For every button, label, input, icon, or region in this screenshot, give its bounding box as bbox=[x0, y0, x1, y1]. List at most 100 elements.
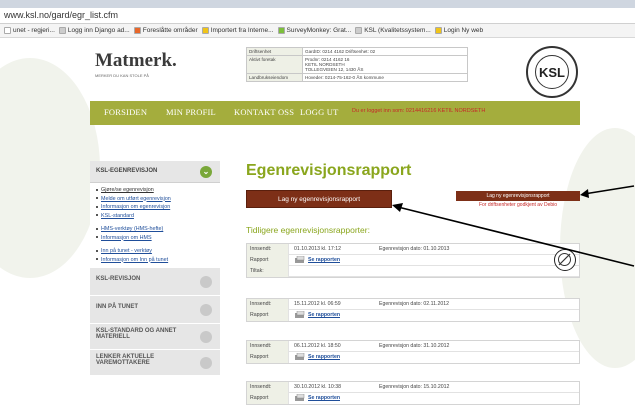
nav-logg-ut[interactable]: LOGG UT bbox=[300, 107, 338, 117]
sidebar-link[interactable]: Informasjon om egenrevisjon bbox=[96, 203, 220, 212]
bookmark-icon bbox=[58, 26, 66, 34]
bookmark-icon bbox=[133, 26, 141, 34]
bullet-icon bbox=[96, 236, 98, 239]
bookmark-item[interactable]: KSL (Kvalitetssystem... bbox=[355, 24, 431, 37]
sidebar-section-label: KSL-REVISJON bbox=[96, 276, 141, 282]
info-row: Driftsenhet GardID: 0214 4162 Driftsenhet… bbox=[246, 47, 468, 56]
bookmark-item[interactable]: unet - regjeri... bbox=[4, 24, 55, 37]
info-line: GardID: 0214 4162 Driftsenhet: 02 bbox=[305, 49, 376, 54]
bookmark-item[interactable]: SurveyMonkey: Grat... bbox=[277, 24, 351, 37]
expand-icon[interactable] bbox=[200, 304, 212, 316]
sidebar-links: Gjøre/se egenrevisjon Melde om utført ege… bbox=[90, 183, 220, 268]
bookmark-label: Logg inn Django ad... bbox=[67, 27, 130, 34]
report-submitted-row: Innsendt: 15.11.2012 kl. 06:59 Egenrevisjo… bbox=[247, 299, 579, 310]
logged-in-status: Du er logget inn som: 0214416216 KETIL N… bbox=[352, 108, 486, 114]
report-icon bbox=[294, 310, 308, 318]
sidebar-link[interactable]: Gjøre/se egenrevisjon bbox=[96, 186, 220, 195]
logo-name: Matmerk. bbox=[95, 50, 177, 71]
bookmark-label: unet - regjeri... bbox=[13, 27, 55, 34]
nav-forsiden[interactable]: FORSIDEN bbox=[104, 107, 147, 117]
report-label: Rapport bbox=[247, 352, 289, 363]
bullet-icon bbox=[96, 249, 98, 252]
submitted-value: 15.11.2012 kl. 06:59 bbox=[294, 301, 341, 307]
see-report-link[interactable]: Se rapporten bbox=[294, 310, 340, 321]
expand-icon[interactable] bbox=[200, 276, 212, 288]
sidebar-link[interactable]: Inn på tunet - verktøy bbox=[96, 247, 220, 256]
sidebar-section[interactable]: LENKER AKTUELLE VAREMOTTAKERE bbox=[90, 350, 220, 376]
sidebar-section-label: KSL-STANDARD OG ANNET MATERIELL bbox=[96, 328, 177, 340]
revision-date: Egenrevisjon dato: 15.10.2012 bbox=[379, 384, 450, 390]
submitted-value: 06.11.2012 kl. 18:50 bbox=[294, 343, 341, 349]
report-entry: Innsendt: 30.10.2012 kl. 10:38 Egenrevisjo… bbox=[246, 381, 580, 405]
expand-icon[interactable] bbox=[200, 357, 212, 369]
seal-text: KSL bbox=[535, 55, 569, 89]
sidebar-link[interactable]: Informasjon om Inn på tunet bbox=[96, 256, 220, 265]
bookmark-item[interactable]: Login Ny web bbox=[434, 24, 484, 37]
report-submitted-row: Innsendt: 06.11.2012 kl. 18:50 Egenrevisjo… bbox=[247, 341, 579, 352]
report-icon bbox=[294, 352, 308, 360]
info-row: Aktivt foretak Prodnr: 0214 4162 16 KETIL … bbox=[246, 55, 468, 74]
bookmark-item[interactable]: Foreslåtte områder bbox=[133, 24, 198, 37]
see-report-link[interactable]: Se rapporten bbox=[294, 352, 340, 363]
farm-info-table: Driftsenhet GardID: 0214 4162 Driftsenhet… bbox=[246, 47, 468, 82]
report-label: Rapport bbox=[247, 255, 289, 266]
bookmark-item[interactable]: Importert fra Interne... bbox=[201, 24, 274, 37]
chevron-down-icon[interactable]: ⌄ bbox=[200, 166, 212, 178]
report-icon bbox=[294, 255, 308, 263]
report-entry: Innsendt: 15.11.2012 kl. 06:59 Egenrevisjo… bbox=[246, 298, 580, 322]
sidebar-heading-egenrevisjon[interactable]: KSL-EGENREVISJON ⌄ bbox=[90, 161, 220, 183]
sidebar-section-label: INN PÅ TUNET bbox=[96, 304, 138, 310]
submitted-label: Innsendt: bbox=[247, 382, 289, 393]
sidebar-link[interactable]: KSL-standard bbox=[96, 212, 220, 221]
revision-date: Egenrevisjon dato: 02.11.2012 bbox=[379, 301, 449, 307]
bullet-icon bbox=[96, 188, 98, 191]
expand-icon[interactable] bbox=[200, 331, 212, 343]
info-label: Driftsenhet bbox=[246, 47, 303, 56]
ksl-seal-logo: KSL bbox=[526, 46, 578, 98]
matmerk-logo[interactable]: Matmerk. MERKER DU KAN STOLE PÅ bbox=[95, 50, 177, 78]
sidebar-section[interactable]: KSL-STANDARD OG ANNET MATERIELL bbox=[90, 324, 220, 350]
sidebar-link-label: Gjøre/se egenrevisjon bbox=[101, 187, 154, 193]
tiltak-label: Tiltak: bbox=[247, 266, 289, 277]
report-label: Rapport bbox=[247, 393, 289, 404]
bookmark-label: Login Ny web bbox=[443, 27, 484, 34]
info-value: GardID: 0214 4162 Driftsenhet: 02 bbox=[302, 47, 468, 56]
submitted-label: Innsendt: bbox=[247, 244, 289, 255]
report-submitted-row: Innsendt: 30.10.2012 kl. 10:38 Egenrevisjo… bbox=[247, 382, 579, 393]
new-report-button[interactable]: Lag ny egenrevisjonsrapport bbox=[246, 190, 392, 208]
bookmark-label: KSL (Kvalitetssystem... bbox=[364, 27, 431, 34]
address-bar[interactable]: www.ksl.no/gard/egr_list.cfm bbox=[0, 8, 635, 24]
info-label: Landbrukseiendom bbox=[246, 73, 303, 82]
report-link-row: Rapport Se rapporten bbox=[247, 310, 579, 321]
nav-min-profil[interactable]: MIN PROFIL bbox=[166, 107, 216, 117]
see-report-label: Se rapporten bbox=[308, 257, 340, 263]
sidebar-link[interactable]: Melde om utført egenrevisjon bbox=[96, 195, 220, 204]
nav-kontakt-oss[interactable]: KONTAKT OSS bbox=[234, 107, 294, 117]
sidebar-link-label: HMS-verktøy (HMS-hefte) bbox=[101, 226, 164, 232]
info-row: Landbrukseiendom Hoveder: 0214-75-162-0 Å… bbox=[246, 73, 468, 82]
sidebar-link-label: Informasjon om egenrevisjon bbox=[101, 204, 171, 210]
submitted-value: 01.10.2013 kl. 17:12 bbox=[294, 246, 342, 252]
info-line: TOLLEGVEIEN 12, 1430 ÅS bbox=[305, 67, 364, 72]
sidebar-section[interactable]: INN PÅ TUNET bbox=[90, 296, 220, 324]
report-label: Rapport bbox=[247, 310, 289, 321]
sidebar-link[interactable]: Informasjon om HMS bbox=[96, 234, 220, 243]
sidebar-link-label: Inn på tunet - verktøy bbox=[101, 248, 152, 254]
sidebar-link[interactable]: HMS-verktøy (HMS-hefte) bbox=[96, 225, 220, 234]
bullet-icon bbox=[96, 227, 98, 230]
info-value: Prodnr: 0214 4162 16 KETIL NORDSETH TOLLEG… bbox=[302, 55, 468, 74]
address-url[interactable]: www.ksl.no/gard/egr_list.cfm bbox=[4, 10, 118, 20]
page-title: Egenrevisjonsrapport bbox=[246, 162, 412, 179]
main-nav: FORSIDEN MIN PROFIL KONTAKT OSS LOGG UT … bbox=[90, 101, 580, 125]
see-report-link[interactable]: Se rapporten bbox=[294, 255, 340, 266]
see-report-link[interactable]: Se rapporten bbox=[294, 393, 340, 404]
bookmark-label: Importert fra Interne... bbox=[210, 27, 274, 34]
sidebar-section[interactable]: KSL-REVISJON bbox=[90, 268, 220, 296]
sidebar-section-label: LENKER AKTUELLE VAREMOTTAKERE bbox=[96, 354, 155, 366]
decorative-leaf bbox=[0, 58, 100, 278]
bookmarks-bar: unet - regjeri... Logg inn Django ad... Fo… bbox=[0, 24, 635, 38]
bookmark-item[interactable]: Logg inn Django ad... bbox=[58, 24, 130, 37]
report-icon bbox=[294, 393, 308, 401]
revision-date: Egenrevisjon dato: 31.10.2012 bbox=[379, 343, 450, 349]
annotation-arrow-icon bbox=[392, 203, 635, 267]
